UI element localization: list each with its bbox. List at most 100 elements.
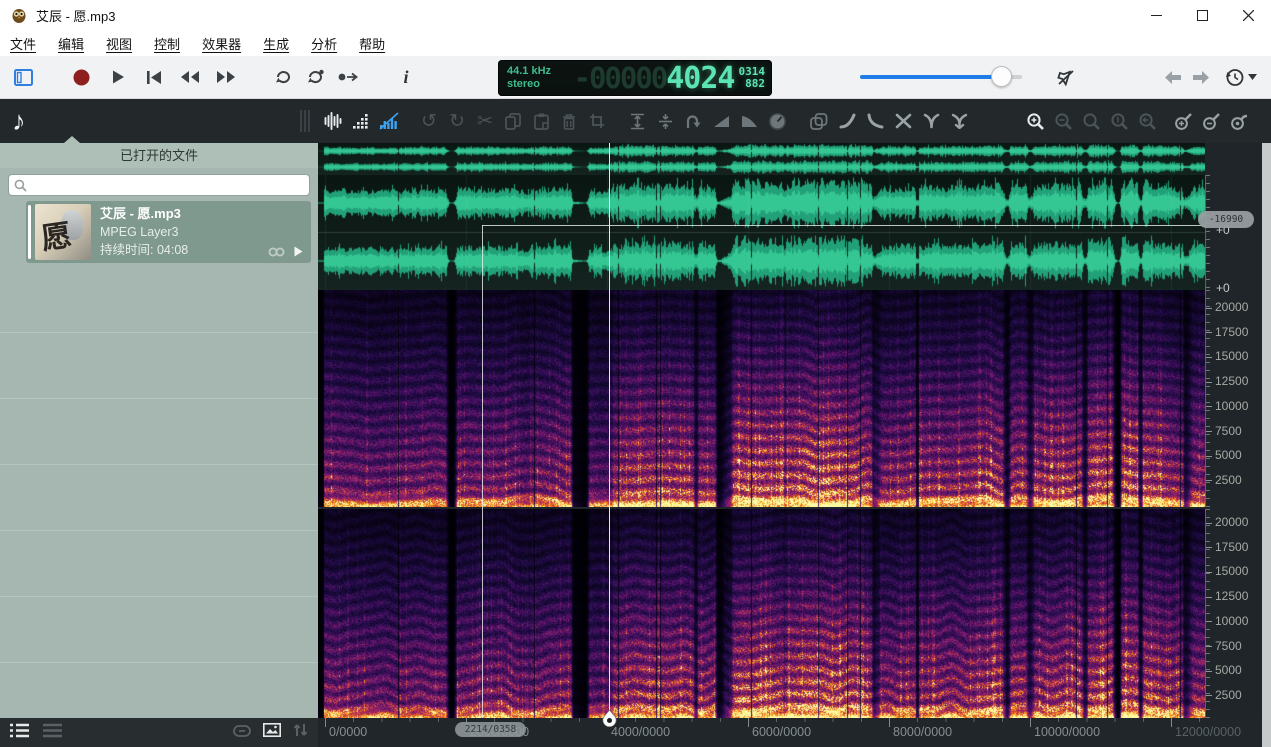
cut-button[interactable]: ✂ [475,99,495,143]
timeline-label: 12000/0000 [1175,725,1241,739]
combined-view-button[interactable] [379,99,399,143]
overview-waveform[interactable] [318,143,1205,175]
file-list-item-selected[interactable]: 愿 艾辰 - 愿.mp3 MPEG Layer3 持续时间: 04:08 [26,201,311,263]
show-artwork-button[interactable] [263,723,281,742]
zoom-fit-button[interactable] [1081,99,1101,143]
zoom-one-to-one-button[interactable] [1109,99,1129,143]
time-main-digits: 4024 [666,61,734,96]
selection-edge-vertical[interactable] [482,225,483,718]
reverse-button[interactable] [683,99,703,143]
paste-button[interactable] [531,99,551,143]
timeline-label: 10000/0000 [1034,725,1100,739]
vertical-scrollbar[interactable] [1262,143,1271,747]
volume-knob[interactable] [991,66,1012,87]
rewind-button[interactable] [177,56,203,98]
fast-forward-button[interactable] [213,56,239,98]
transport-toolbar: i 44.1 kHz stereo -00000 4024 0314 882 [0,56,1271,99]
minimize-button[interactable] [1133,0,1179,30]
timeline-label: 6000/0000 [752,725,811,739]
zoom-out-button[interactable] [1053,99,1073,143]
compact-list-view-button[interactable] [43,723,62,743]
loop-selection-button[interactable] [303,56,327,98]
skip-to-start-button[interactable] [143,56,165,98]
record-button[interactable] [70,56,92,98]
close-button[interactable] [1225,0,1271,30]
maximize-button[interactable] [1179,0,1225,30]
file-title: 艾辰 - 愿.mp3 [100,205,188,223]
editor-area: +0 +0 2000017500150001250010000750050002… [318,143,1271,747]
play-file-icon[interactable] [294,246,303,257]
timeline-ruler[interactable]: 2214/0358 0/00002000/00004000/00006000/0… [318,718,1262,747]
menu-edit[interactable]: 编辑 [58,34,84,53]
menu-file[interactable]: 文件 [10,34,36,53]
play-from-cursor-button[interactable] [335,56,361,98]
freq-tick [1206,597,1212,598]
redo-button[interactable]: ↻ [447,99,467,143]
loop-playback-button[interactable] [271,56,295,98]
freq-tick [1206,547,1212,548]
fade-in-button[interactable] [711,99,731,143]
mute-icon[interactable] [1053,56,1079,98]
spectrogram-left-channel[interactable] [318,290,1205,507]
curve-up-button[interactable] [837,99,857,143]
menu-analyze[interactable]: 分析 [311,34,337,53]
freq-tick [1206,646,1212,647]
frequency-scale-left[interactable]: 2000017500150001250010000750050002500 [1205,290,1262,507]
menu-generate[interactable]: 生成 [263,34,289,53]
vertical-zoom-out-button[interactable] [1201,99,1221,143]
freq-tick [1206,308,1212,309]
freq-tick [1206,621,1212,622]
toggle-sidebar-button[interactable] [11,56,35,98]
history-forward-button[interactable] [1190,56,1212,98]
copy-button[interactable] [503,99,523,143]
info-button[interactable]: i [396,56,416,98]
waveform-display[interactable] [318,175,1205,290]
compress-button[interactable] [655,99,675,143]
volume-slider[interactable] [860,56,1022,98]
menu-view[interactable]: 视图 [106,34,132,53]
merge-button[interactable] [949,99,969,143]
curve-down-button[interactable] [865,99,885,143]
fade-out-button[interactable] [739,99,759,143]
spectrogram-right-channel[interactable] [318,509,1205,718]
audio-file-tab-icon[interactable]: ♪ [12,106,26,137]
zoom-in-button[interactable] [1025,99,1045,143]
playhead-pin[interactable] [602,710,617,728]
amplify-button[interactable] [627,99,647,143]
timeline-label: 0/0000 [329,725,367,739]
delete-button[interactable] [559,99,579,143]
clone-button[interactable] [809,99,829,143]
gain-knob-button[interactable] [767,99,787,143]
toolbar-drag-handle[interactable] [295,99,315,143]
sort-files-button[interactable] [293,723,308,742]
vertical-zoom-in-button[interactable] [1173,99,1193,143]
trim-button[interactable] [587,99,607,143]
detail-list-view-button[interactable] [10,723,29,743]
undo-button[interactable]: ↺ [419,99,439,143]
menu-control[interactable]: 控制 [154,34,180,53]
vertical-zoom-reset-button[interactable] [1229,99,1249,143]
album-art: 愿 [35,204,91,260]
waveform-view-button[interactable] [323,99,343,143]
menu-effects[interactable]: 效果器 [202,34,241,53]
link-files-button[interactable] [233,724,251,742]
spectrogram-view-button[interactable] [351,99,371,143]
freq-tick-label: 2500 [1215,688,1242,702]
crossfade-button[interactable] [893,99,913,143]
history-menu-button[interactable] [1223,56,1259,98]
history-back-button[interactable] [1162,56,1184,98]
amplitude-scale[interactable]: +0 +0 [1205,175,1262,290]
zoom-selection-button[interactable] [1137,99,1157,143]
playhead-line[interactable] [609,143,610,718]
selection-edge-horizontal [482,225,1205,226]
search-input[interactable] [31,175,309,195]
freq-tick-label: 17500 [1215,325,1248,339]
play-button[interactable] [107,56,129,98]
search-box[interactable] [8,174,310,196]
frequency-scale-right[interactable]: 2000017500150001250010000750050002500 [1205,509,1262,718]
menu-help[interactable]: 帮助 [359,34,385,53]
timeline-tick [748,718,749,727]
sidebar-caret [64,136,80,143]
freq-tick [1206,357,1212,358]
split-button[interactable] [921,99,941,143]
